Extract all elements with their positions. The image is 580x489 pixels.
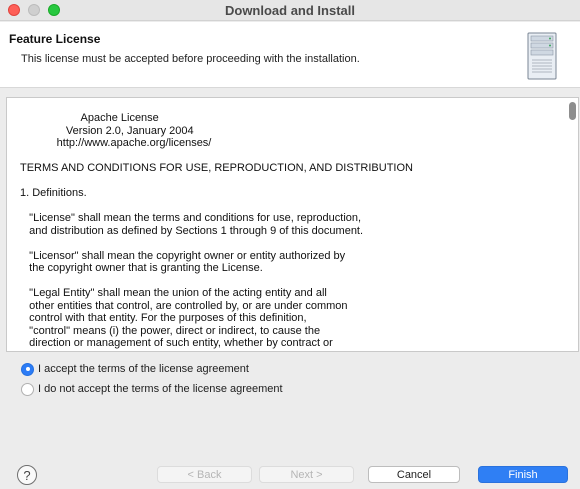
license-scrollbar[interactable] bbox=[569, 102, 576, 120]
finish-button[interactable]: Finish bbox=[478, 466, 568, 483]
wizard-header: Feature License This license must be acc… bbox=[0, 22, 580, 88]
title-bar: Download and Install bbox=[0, 0, 580, 21]
accept-license-option[interactable]: I accept the terms of the license agreem… bbox=[21, 361, 249, 377]
back-button[interactable]: < Back bbox=[157, 466, 252, 483]
decline-radio-label: I do not accept the terms of the license… bbox=[38, 383, 283, 395]
page-title: Feature License bbox=[9, 32, 101, 46]
accept-radio-label: I accept the terms of the license agreem… bbox=[38, 363, 249, 375]
page-description: This license must be accepted before pro… bbox=[21, 53, 360, 65]
accept-radio[interactable] bbox=[21, 362, 34, 376]
server-icon bbox=[527, 32, 557, 80]
help-button[interactable]: ? bbox=[17, 465, 37, 485]
decline-radio[interactable] bbox=[21, 382, 34, 396]
help-icon: ? bbox=[23, 467, 31, 483]
decline-license-option[interactable]: I do not accept the terms of the license… bbox=[21, 381, 283, 397]
license-text: Apache License Version 2.0, January 2004… bbox=[20, 112, 413, 349]
next-button[interactable]: Next > bbox=[259, 466, 354, 483]
license-text-area[interactable]: Apache License Version 2.0, January 2004… bbox=[6, 97, 579, 352]
cancel-button[interactable]: Cancel bbox=[368, 466, 460, 483]
window-title: Download and Install bbox=[224, 3, 355, 18]
